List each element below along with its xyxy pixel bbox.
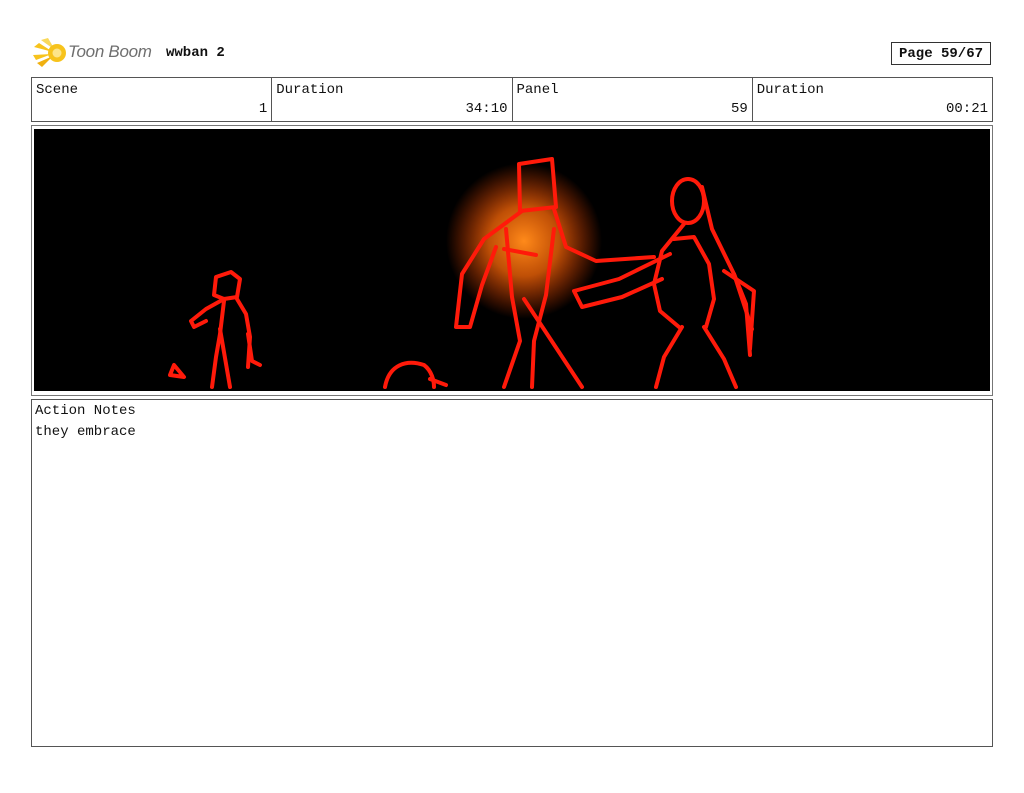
storyboard-panel-frame	[31, 125, 993, 396]
sketch-drawing	[168, 157, 756, 389]
small-figure-sketch	[168, 270, 262, 389]
duration-label: Duration	[276, 82, 344, 98]
page-indicator: Page 59/67	[891, 42, 991, 65]
panel-duration-label: Duration	[756, 82, 824, 98]
scene-cell: Scene 1	[32, 78, 273, 121]
duration-value: 34:10	[465, 101, 508, 117]
scene-label: Scene	[36, 82, 79, 98]
action-notes-label: Action Notes	[35, 403, 136, 419]
star-burst-icon	[33, 38, 66, 67]
duration-cell: Duration 34:10	[272, 78, 513, 121]
panel-duration-value: 00:21	[945, 101, 988, 117]
crouched-shape-sketch	[383, 360, 436, 389]
panel-label: Panel	[516, 82, 559, 98]
project-title: wwban 2	[166, 45, 225, 61]
panel-duration-cell: Duration 00:21	[753, 78, 992, 121]
action-notes-box: Action Notes they embrace	[31, 399, 993, 747]
action-notes-text: they embrace	[35, 424, 136, 440]
toon-boom-logo: Toon Boom	[33, 38, 158, 70]
scene-value: 1	[258, 101, 268, 117]
logo-wordmark: Toon Boom	[68, 42, 152, 61]
panel-info-row: Scene 1 Duration 34:10 Panel 59 Duration…	[31, 77, 993, 122]
panel-value: 59	[730, 101, 748, 117]
storyboard-panel-image	[34, 129, 990, 391]
right-figure-sketch	[572, 177, 756, 389]
glow-light	[446, 163, 602, 319]
panel-cell: Panel 59	[513, 78, 753, 121]
